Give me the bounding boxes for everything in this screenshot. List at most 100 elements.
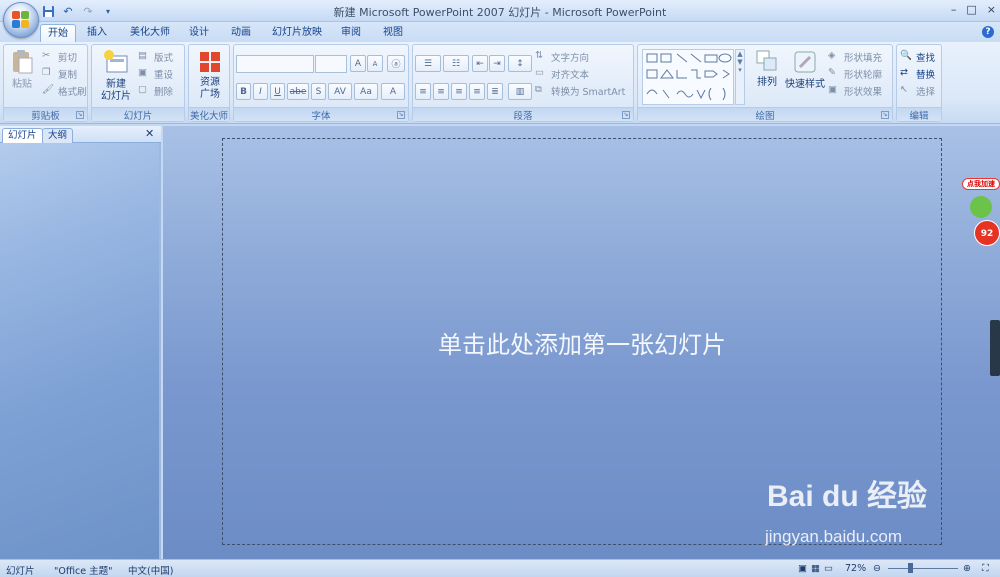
align-center-icon[interactable]: ≡	[433, 83, 449, 100]
sorter-view-icon[interactable]: ▦	[811, 563, 820, 574]
status-theme: "Office 主题"	[54, 566, 113, 577]
group-label-beautify: 美化大师	[189, 107, 229, 122]
clear-format-icon[interactable]: ⓐ	[387, 55, 405, 72]
zoom-in-icon[interactable]: ⊕	[963, 563, 971, 574]
arrange-button[interactable]: 排列	[750, 49, 784, 89]
zoom-slider[interactable]	[888, 568, 958, 569]
drawing-launcher-icon[interactable]: ↘	[881, 111, 889, 119]
shapes-scroll[interactable]: ▲ ▼ ▾	[735, 49, 745, 105]
zoom-out-icon[interactable]: ⊖	[873, 563, 881, 574]
speed-up-label: 点我加速	[962, 178, 1000, 190]
font-name-combo[interactable]	[236, 55, 314, 73]
numbering-icon[interactable]: ☷	[443, 55, 469, 72]
underline-button[interactable]: U	[270, 83, 285, 100]
align-right-icon[interactable]: ≡	[451, 83, 467, 100]
clipboard-launcher-icon[interactable]: ↘	[76, 111, 84, 119]
tab-review[interactable]: 审阅	[334, 24, 368, 42]
copy-button[interactable]: ❐ 复制	[42, 66, 77, 81]
maximize-button[interactable]: □	[966, 3, 976, 16]
quick-styles-button[interactable]: 快速样式	[784, 49, 826, 91]
tab-insert[interactable]: 插入	[80, 24, 114, 42]
line-spacing-icon[interactable]: ↕	[508, 55, 532, 72]
close-pane-icon[interactable]: ✕	[145, 127, 154, 140]
office-button[interactable]	[3, 2, 39, 38]
new-slide-button[interactable]: 新建 幻灯片	[96, 49, 136, 103]
char-spacing-button[interactable]: AV	[328, 83, 352, 100]
minimize-button[interactable]: –	[951, 3, 957, 16]
fit-window-icon[interactable]: ⛶	[982, 563, 989, 574]
shape-effects-button[interactable]: ▣ 形状效果	[828, 83, 882, 98]
shadow-button[interactable]: S	[311, 83, 326, 100]
reset-button[interactable]: ▣ 重设	[138, 66, 173, 81]
shapes-gallery[interactable]	[642, 49, 734, 105]
font-launcher-icon[interactable]: ↘	[397, 111, 405, 119]
status-bar: 幻灯片 "Office 主题" 中文(中国) ▣ ▦ ▭ 72% ⊖ ⊕ ⛶	[0, 559, 1000, 577]
zoom-slider-thumb[interactable]	[908, 563, 913, 573]
resource-square-button[interactable]: 资源 广场	[191, 51, 229, 101]
replace-button[interactable]: ⇄ 替换	[900, 66, 935, 81]
distribute-icon[interactable]: ≣	[487, 83, 503, 100]
justify-icon[interactable]: ≡	[469, 83, 485, 100]
format-painter-button[interactable]: 🖌 格式刷	[42, 83, 87, 98]
tab-outline[interactable]: 大纲	[42, 128, 74, 143]
cut-button[interactable]: ✂ 剪切	[42, 49, 77, 64]
group-paragraph: ☰ ☷ ⇤ ⇥ ↕ ⇅ 文字方向 ▭ 对齐文本 ⧉ 转换为 SmartArt ≡ ≡ …	[412, 44, 634, 122]
tab-view[interactable]: 视图	[376, 24, 410, 42]
grow-font-button[interactable]: A	[350, 55, 366, 72]
copy-icon: ❐	[42, 67, 51, 78]
change-case-button[interactable]: Aa	[354, 83, 378, 100]
replace-icon: ⇄	[900, 67, 908, 78]
tab-slides[interactable]: 幻灯片	[2, 128, 43, 143]
paint-bucket-icon: ◈	[828, 50, 836, 61]
increase-indent-icon[interactable]: ⇥	[489, 55, 505, 72]
shape-outline-button[interactable]: ✎ 形状轮廓	[828, 66, 882, 81]
group-beautify: 资源 广场 美化大师	[188, 44, 230, 122]
tab-animation[interactable]: 动画	[224, 24, 258, 42]
bold-button[interactable]: B	[236, 83, 251, 100]
layout-button[interactable]: ▤ 版式	[138, 49, 173, 64]
strikethrough-button[interactable]: abe	[287, 83, 309, 100]
font-color-button[interactable]: A	[381, 83, 405, 100]
shape-fill-button[interactable]: ◈ 形状填充	[828, 49, 882, 64]
close-button[interactable]: ×	[987, 3, 996, 16]
group-editing: 🔍 查找 ⇄ 替换 ↖ 选择 编辑	[896, 44, 942, 122]
new-slide-icon	[104, 50, 128, 73]
delete-slide-button[interactable]: ▢ 删除	[138, 83, 173, 98]
align-text-button[interactable]: ▭ 对齐文本	[535, 66, 589, 81]
bullets-icon[interactable]: ☰	[415, 55, 441, 72]
font-size-combo[interactable]	[315, 55, 347, 73]
frog-mascot-icon	[970, 196, 992, 218]
ribbon-tab-bar: 开始 插入 美化大师 设计 动画 幻灯片放映 审阅 视图	[0, 22, 1000, 42]
slide-placeholder-text[interactable]: 单击此处添加第一张幻灯片	[222, 325, 942, 360]
tab-slideshow[interactable]: 幻灯片放映	[266, 24, 328, 42]
tab-design[interactable]: 设计	[182, 24, 216, 42]
align-left-icon[interactable]: ≡	[415, 83, 431, 100]
group-clipboard: 粘贴 ✂ 剪切 ❐ 复制 🖌 格式刷 剪贴板 ↘	[3, 44, 88, 122]
text-direction-button[interactable]: ⇅ 文字方向	[535, 49, 589, 64]
watermark-url: jingyan.baidu.com	[765, 527, 903, 546]
paste-button[interactable]: 粘贴	[8, 49, 36, 91]
arrange-icon	[756, 50, 777, 71]
help-icon[interactable]: ?	[982, 26, 994, 38]
columns-icon[interactable]: ▥	[508, 83, 532, 100]
italic-button[interactable]: I	[253, 83, 268, 100]
group-font: A A ⓐ B I U abe S AV Aa A 字体 ↘	[233, 44, 409, 122]
view-buttons: ▣ ▦ ▭	[798, 563, 833, 574]
office-logo-icon	[12, 11, 30, 29]
normal-view-icon[interactable]: ▣	[798, 563, 807, 574]
paragraph-launcher-icon[interactable]: ↘	[622, 111, 630, 119]
slideshow-view-icon[interactable]: ▭	[824, 563, 833, 574]
decrease-indent-icon[interactable]: ⇤	[472, 55, 488, 72]
reset-icon: ▣	[138, 67, 147, 78]
zoom-level[interactable]: 72%	[845, 563, 866, 574]
shrink-font-button[interactable]: A	[367, 55, 383, 72]
convert-smartart-button[interactable]: ⧉ 转换为 SmartArt	[535, 83, 625, 98]
speed-up-widget[interactable]: 点我加速 92	[962, 178, 1000, 246]
window-title: 新建 Microsoft PowerPoint 2007 幻灯片 - Micro…	[333, 6, 667, 19]
find-button[interactable]: 🔍 查找	[900, 49, 935, 64]
ribbon: 粘贴 ✂ 剪切 ❐ 复制 🖌 格式刷 剪贴板 ↘ 新建 幻灯片 ▤ 版式 ▣ 重设 ▢ 删除…	[0, 42, 1000, 124]
select-button[interactable]: ↖ 选择	[900, 83, 935, 98]
tab-beautify[interactable]: 美化大师	[122, 24, 178, 42]
tab-home[interactable]: 开始	[40, 24, 76, 42]
status-slide: 幻灯片	[6, 566, 35, 577]
